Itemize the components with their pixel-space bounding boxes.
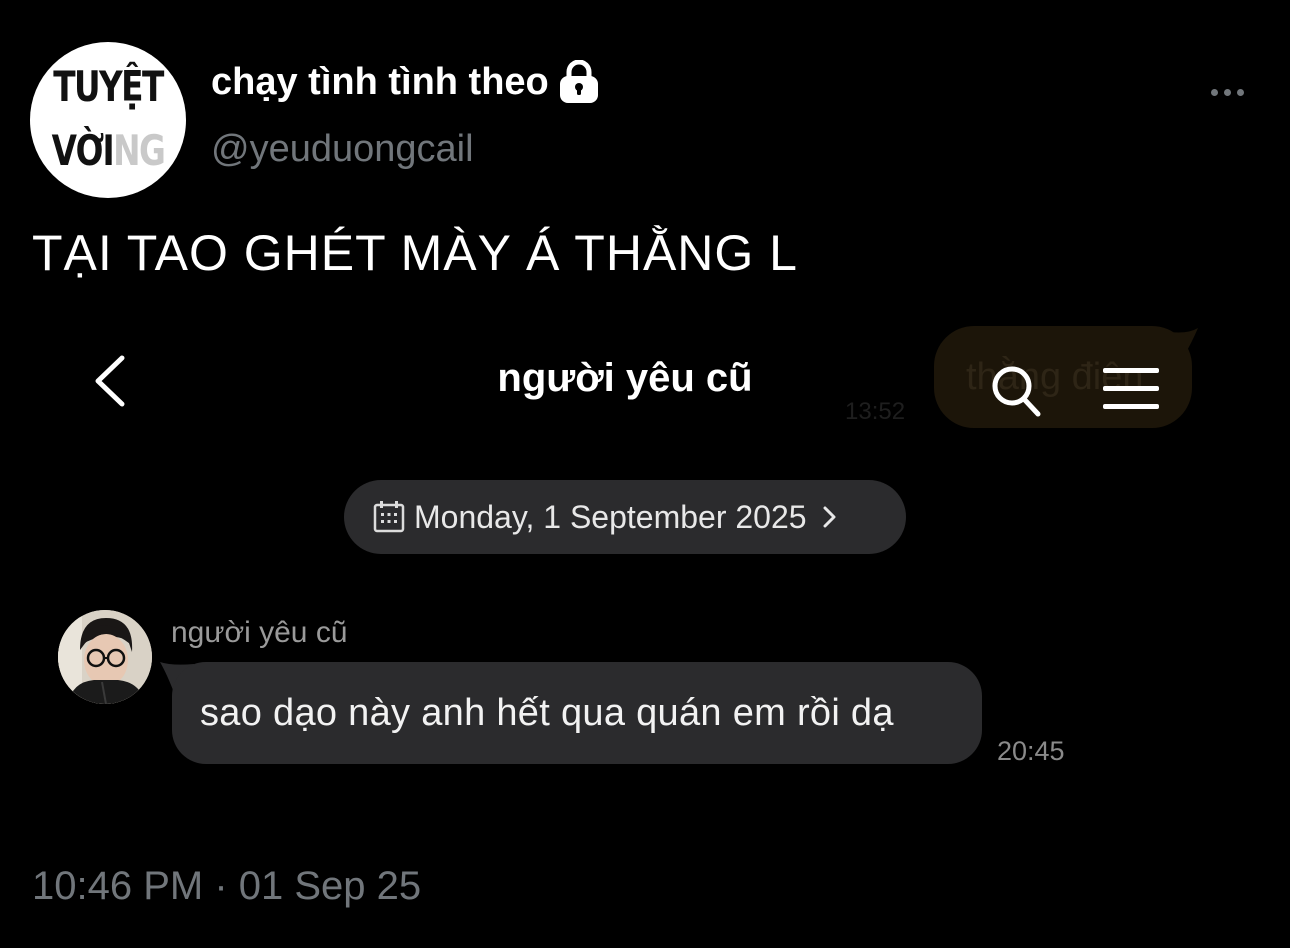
more-options-button[interactable] (1198, 72, 1256, 112)
date-jump-pill[interactable]: Monday, 1 September 2025 (344, 480, 906, 554)
lock-icon (559, 59, 599, 104)
avatar-logo-line2-main: VỜI (51, 126, 115, 175)
chevron-right-icon (823, 506, 836, 528)
more-dot (1223, 88, 1231, 96)
message-sender-name: người yêu cũ (171, 616, 348, 649)
chevron-left-icon (95, 355, 125, 407)
tweet-page: TUYỆT VỜING chạy tình tình theo @yeuduon… (0, 0, 1290, 948)
post-timestamp[interactable]: 10:46 PM · 01 Sep 25 (32, 864, 421, 909)
more-horizontal-icon (1210, 88, 1218, 96)
faded-bubble-tail (1170, 328, 1198, 356)
post-text: TẠI TAO GHÉT MÀY Á THẰNG L (32, 225, 798, 281)
date-label: Monday, 1 September 2025 (414, 498, 807, 535)
sender-avatar[interactable] (58, 610, 152, 704)
user-handle[interactable]: @yeuduongcail (211, 128, 474, 171)
message-time: 20:45 (997, 736, 1065, 766)
chat-title: người yêu cũ (497, 356, 753, 400)
sender-photo (58, 610, 152, 704)
menu-button[interactable] (1098, 362, 1164, 418)
hamburger-menu-icon (1103, 368, 1159, 409)
display-name[interactable]: chạy tình tình theo (211, 61, 549, 104)
message-bubble[interactable]: sao dạo này anh hết qua quán em rồi dạ (172, 662, 982, 764)
more-dot (1236, 88, 1244, 96)
avatar-logo-text: TUYỆT VỜING (30, 42, 186, 198)
search-button[interactable] (986, 358, 1048, 424)
message-text: sao dạo này anh hết qua quán em rồi dạ (200, 691, 894, 734)
display-name-row[interactable]: chạy tình tình theo (211, 59, 599, 104)
back-button[interactable] (84, 350, 134, 410)
profile-avatar[interactable]: TUYỆT VỜING (30, 42, 186, 198)
faded-message-time: 13:52 (845, 398, 906, 425)
avatar-logo-line1: TUYỆT (53, 62, 164, 111)
avatar-logo-line2: VỜING (47, 126, 169, 175)
avatar-logo-line2-faded: NG (113, 126, 166, 175)
calendar-icon (373, 501, 405, 533)
search-icon (992, 366, 1041, 417)
